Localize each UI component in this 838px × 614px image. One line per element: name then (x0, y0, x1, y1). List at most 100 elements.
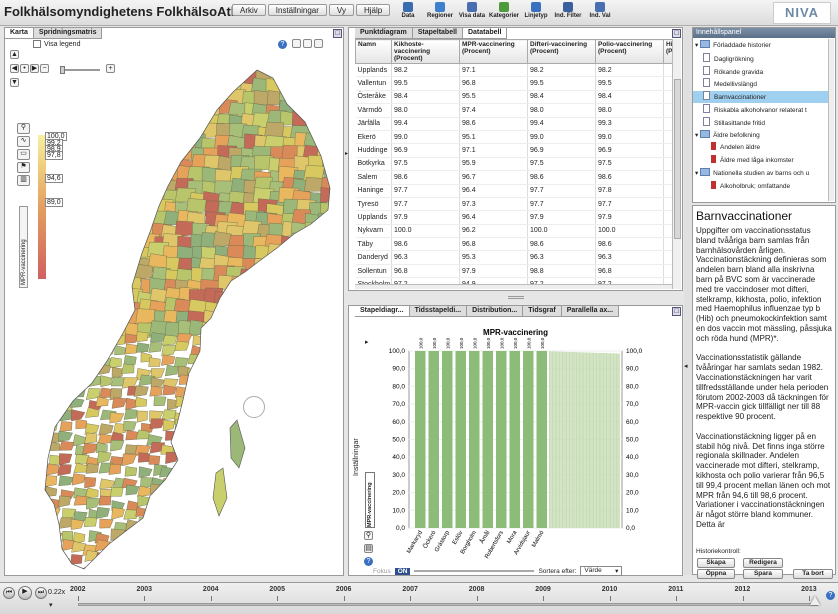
municipality[interactable] (33, 397, 46, 407)
municipality[interactable] (320, 257, 342, 276)
bar-unfocused[interactable] (595, 352, 598, 528)
municipality[interactable] (165, 92, 186, 109)
municipality[interactable] (192, 81, 214, 98)
municipality[interactable] (332, 322, 345, 338)
municipality[interactable] (135, 552, 149, 563)
municipality[interactable] (160, 555, 175, 566)
bar-unfocused[interactable] (581, 352, 583, 528)
municipality[interactable] (316, 246, 335, 263)
municipality[interactable] (200, 476, 216, 488)
municipality[interactable] (57, 311, 77, 329)
play-icon[interactable]: ▶ (18, 586, 32, 600)
municipality[interactable] (45, 344, 62, 355)
toolbar-button-5[interactable]: Ind. Filter (552, 2, 584, 19)
municipality[interactable] (334, 221, 345, 237)
municipality[interactable] (291, 464, 305, 475)
expand-arrow-icon[interactable]: ▸ (365, 338, 369, 346)
municipality[interactable] (98, 277, 119, 294)
municipality[interactable] (58, 495, 72, 508)
municipality[interactable] (149, 385, 163, 397)
municipality[interactable] (238, 277, 262, 295)
municipality[interactable] (83, 566, 98, 577)
municipality[interactable] (35, 87, 56, 106)
municipality[interactable] (278, 363, 295, 374)
municipality[interactable] (100, 375, 113, 388)
municipality[interactable] (71, 77, 90, 94)
indicator-selector[interactable]: MPR-vaccinering (19, 206, 28, 288)
municipality[interactable] (255, 299, 274, 317)
municipality[interactable] (62, 279, 81, 294)
municipality[interactable] (84, 114, 103, 132)
municipality[interactable] (254, 452, 270, 463)
municipality[interactable] (136, 331, 149, 343)
municipality[interactable] (136, 102, 157, 118)
municipality[interactable] (305, 540, 319, 554)
municipality[interactable] (227, 466, 242, 477)
municipality[interactable] (267, 454, 282, 466)
municipality[interactable] (292, 433, 305, 443)
municipality[interactable] (201, 368, 214, 380)
municipality[interactable] (254, 574, 269, 577)
municipality[interactable] (200, 563, 213, 576)
municipality[interactable] (280, 432, 298, 445)
municipality[interactable] (320, 539, 332, 552)
bar-unfocused[interactable] (570, 352, 572, 528)
municipality[interactable] (202, 418, 217, 429)
municipality[interactable] (289, 473, 307, 486)
municipality[interactable] (34, 519, 49, 532)
municipality[interactable] (121, 125, 141, 140)
municipality[interactable] (270, 258, 293, 276)
municipality[interactable] (296, 420, 309, 433)
create-button[interactable]: Skapa (697, 558, 735, 568)
bar-unfocused[interactable] (588, 352, 590, 528)
municipality[interactable] (108, 463, 121, 475)
pan-down-icon[interactable]: ▼ (10, 78, 19, 87)
municipality[interactable] (109, 275, 128, 293)
municipality[interactable] (165, 532, 180, 542)
municipality[interactable] (124, 466, 138, 477)
tree-item[interactable]: Medellivslängd (693, 78, 829, 90)
municipality[interactable] (48, 441, 61, 451)
municipality[interactable] (225, 528, 239, 541)
municipality[interactable] (177, 485, 193, 497)
municipality[interactable] (307, 530, 321, 541)
municipality[interactable] (329, 192, 345, 209)
municipality[interactable] (307, 554, 318, 566)
municipality[interactable] (329, 430, 343, 442)
municipality[interactable] (270, 323, 290, 341)
municipality[interactable] (199, 433, 214, 445)
municipality[interactable] (59, 222, 80, 240)
municipality[interactable] (32, 298, 51, 316)
municipality[interactable] (70, 287, 93, 305)
municipality[interactable] (294, 564, 309, 574)
bar-unfocused[interactable] (549, 351, 551, 528)
municipality[interactable] (309, 255, 329, 272)
municipality[interactable] (59, 440, 75, 451)
municipality[interactable] (279, 376, 296, 387)
municipality[interactable] (179, 59, 199, 75)
municipality[interactable] (72, 169, 93, 185)
municipality[interactable] (226, 366, 239, 377)
municipality[interactable] (125, 484, 140, 496)
municipality[interactable] (134, 79, 155, 97)
municipality[interactable] (295, 440, 307, 451)
municipality[interactable] (303, 342, 317, 355)
municipality[interactable] (226, 343, 239, 355)
table-row[interactable]: Värmdö 98.0 97.4 98.0 98.0 (355, 103, 674, 118)
municipality[interactable] (59, 421, 73, 432)
municipality[interactable] (334, 401, 345, 412)
municipality[interactable] (95, 396, 109, 407)
municipality[interactable] (176, 456, 192, 468)
municipality[interactable] (69, 266, 93, 283)
municipality[interactable] (73, 115, 93, 131)
municipality[interactable] (265, 77, 284, 93)
municipality[interactable] (218, 319, 239, 336)
municipality[interactable] (88, 198, 110, 214)
municipality[interactable] (124, 213, 145, 229)
municipality[interactable] (109, 203, 131, 219)
municipality[interactable] (252, 321, 272, 336)
municipality[interactable] (199, 528, 213, 539)
municipality[interactable] (148, 134, 170, 152)
municipality[interactable] (73, 247, 94, 265)
indicator-dropdown[interactable]: MPR-vaccinering (365, 472, 375, 528)
